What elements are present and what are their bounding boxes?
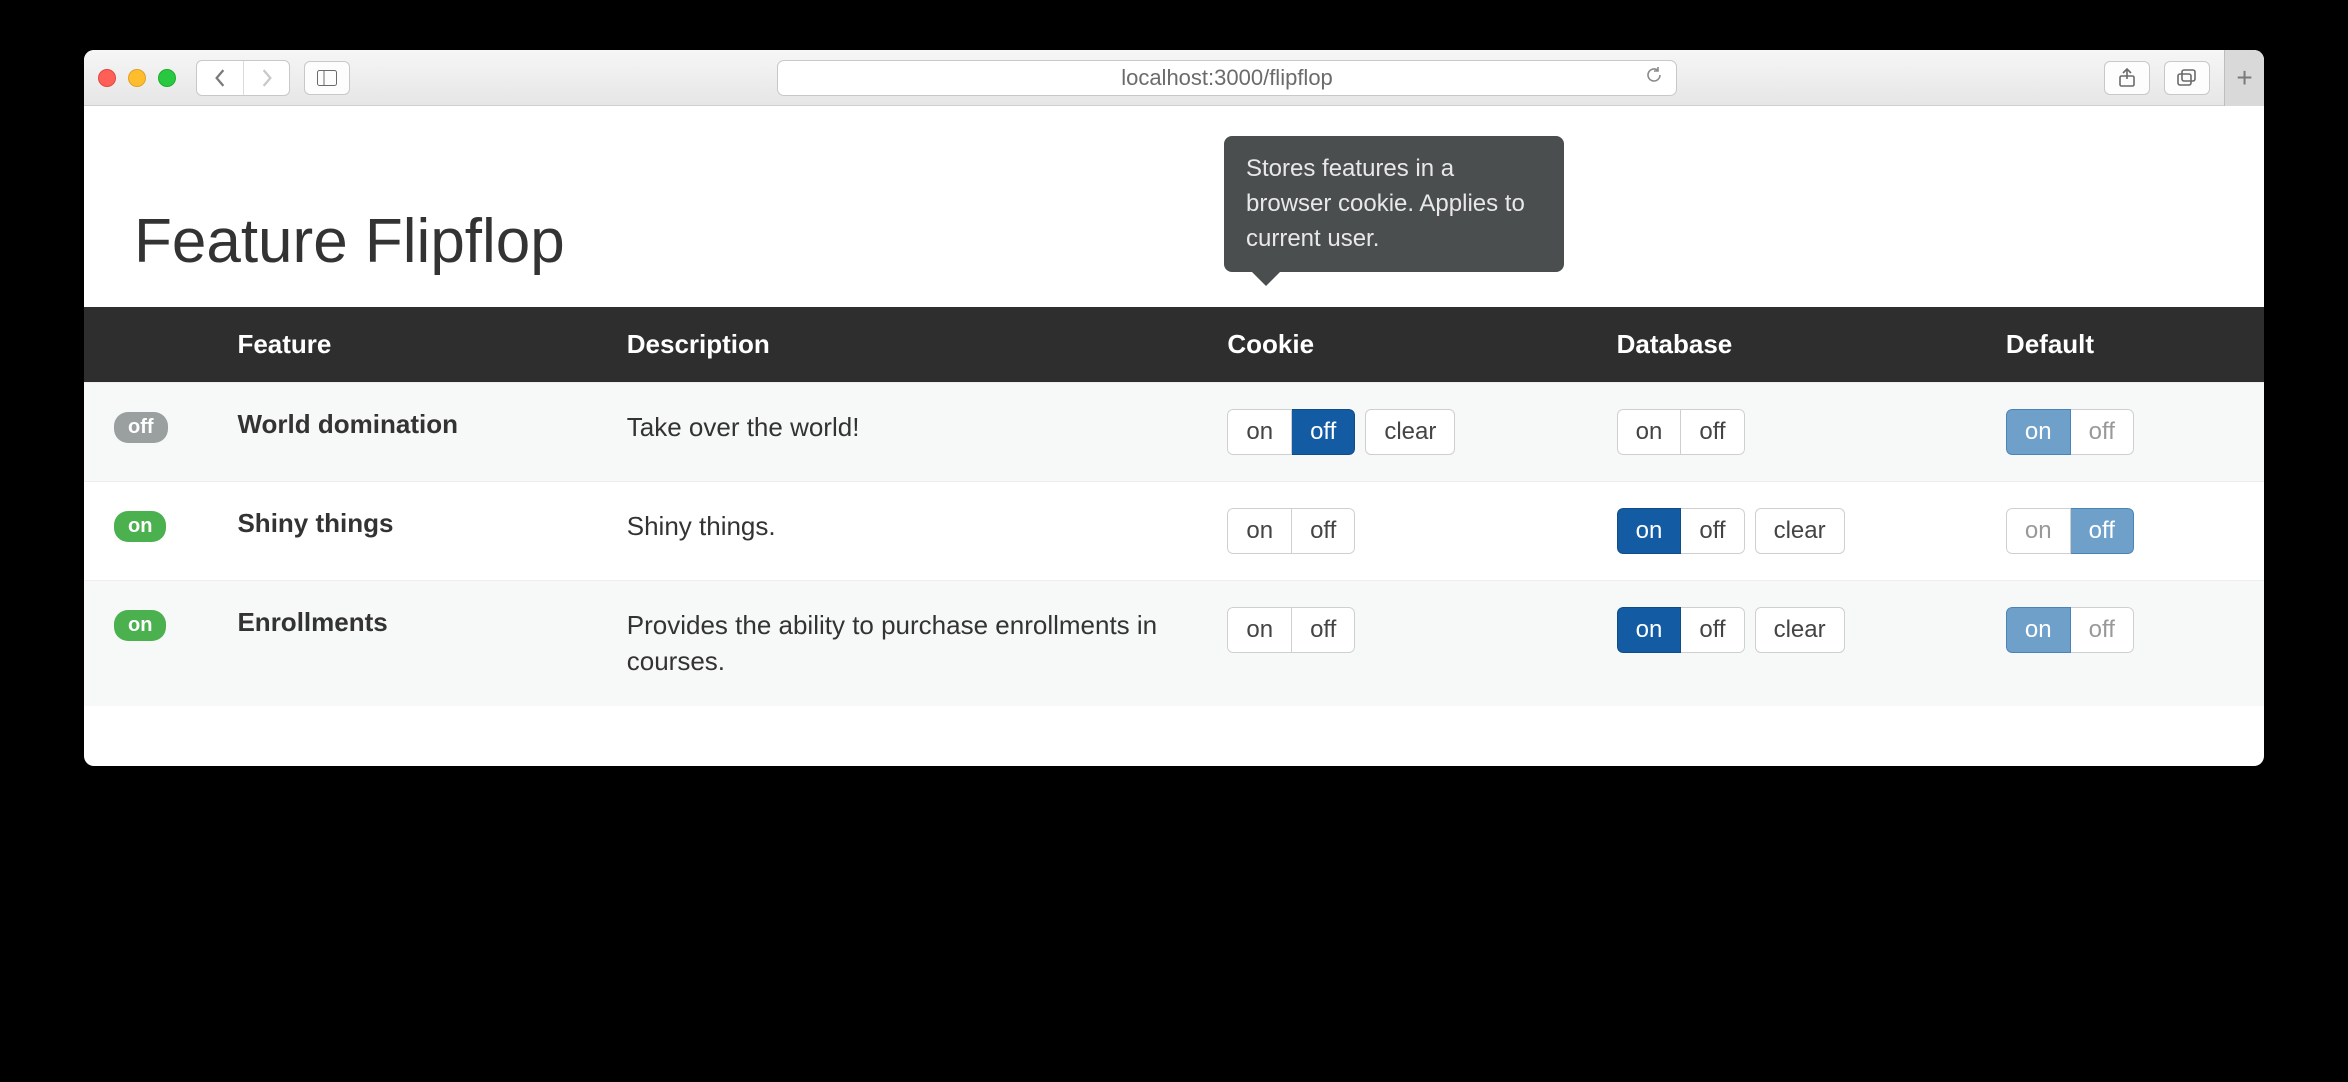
cookie-clear-button[interactable]: clear (1365, 409, 1455, 455)
share-button[interactable] (2104, 61, 2150, 95)
page-title: Feature Flipflop (84, 146, 2264, 307)
tooltip-text: Stores features in a browser cookie. App… (1246, 155, 1525, 252)
traffic-lights (98, 69, 176, 87)
col-status-header (84, 307, 217, 383)
minimize-window-button[interactable] (128, 69, 146, 87)
default-controls: on off (2006, 607, 2244, 653)
table-row: on Enrollments Provides the ability to p… (84, 581, 2264, 706)
new-tab-button[interactable]: + (2224, 50, 2264, 106)
reload-button[interactable] (1644, 65, 1664, 91)
database-controls: on off (1617, 409, 1966, 455)
table-row: off World domination Take over the world… (84, 383, 2264, 482)
status-badge: off (114, 412, 168, 443)
database-clear-button[interactable]: clear (1755, 607, 1845, 653)
cookie-off-button[interactable]: off (1292, 607, 1355, 653)
tabs-button[interactable] (2164, 61, 2210, 95)
plus-icon: + (2236, 62, 2252, 94)
default-on-button[interactable]: on (2006, 508, 2071, 554)
status-badge: on (114, 511, 166, 542)
chevron-right-icon (260, 69, 274, 87)
url-text: localhost:3000/flipflop (1121, 65, 1333, 91)
cookie-controls: on off (1227, 508, 1576, 554)
feature-table: Feature Description Cookie Database Defa… (84, 307, 2264, 706)
address-bar[interactable]: localhost:3000/flipflop (777, 60, 1677, 96)
status-badge: on (114, 610, 166, 641)
database-on-button[interactable]: on (1617, 508, 1682, 554)
cookie-controls: on off clear (1227, 409, 1576, 455)
col-default-header: Default (1986, 307, 2264, 383)
cookie-on-button[interactable]: on (1227, 409, 1292, 455)
feature-name: World domination (237, 409, 458, 439)
sidebar-toggle-button[interactable] (304, 61, 350, 95)
database-off-button[interactable]: off (1681, 508, 1744, 554)
cookie-controls: on off (1227, 607, 1576, 653)
feature-description: Provides the ability to purchase enrollm… (627, 610, 1157, 676)
feature-description: Take over the world! (627, 412, 860, 442)
forward-button[interactable] (243, 61, 289, 95)
default-off-button[interactable]: off (2071, 508, 2134, 554)
share-icon (2118, 68, 2136, 88)
tabs-icon (2177, 69, 2197, 87)
col-cookie-header: Cookie (1207, 307, 1596, 383)
database-off-button[interactable]: off (1681, 607, 1744, 653)
sidebar-icon (317, 70, 337, 86)
cookie-on-button[interactable]: on (1227, 508, 1292, 554)
database-on-button[interactable]: on (1617, 607, 1682, 653)
default-controls: on off (2006, 508, 2244, 554)
database-on-button[interactable]: on (1617, 409, 1682, 455)
cookie-off-button[interactable]: off (1292, 508, 1355, 554)
database-controls: on off clear (1617, 607, 1966, 653)
table-row: on Shiny things Shiny things. on off (84, 482, 2264, 581)
cookie-tooltip: Stores features in a browser cookie. App… (1224, 136, 1564, 272)
col-feature-header: Feature (217, 307, 606, 383)
back-button[interactable] (197, 61, 243, 95)
default-off-button[interactable]: off (2071, 409, 2134, 455)
chevron-left-icon (213, 69, 227, 87)
address-bar-wrap: localhost:3000/flipflop (350, 60, 2104, 96)
database-clear-button[interactable]: clear (1755, 508, 1845, 554)
reload-icon (1644, 65, 1664, 85)
feature-name: Shiny things (237, 508, 393, 538)
default-controls: on off (2006, 409, 2244, 455)
right-controls: + (2104, 50, 2250, 106)
default-on-button[interactable]: on (2006, 607, 2071, 653)
maximize-window-button[interactable] (158, 69, 176, 87)
page-content: Stores features in a browser cookie. App… (84, 106, 2264, 766)
browser-window: localhost:3000/flipflop + Stores feature… (84, 50, 2264, 766)
database-off-button[interactable]: off (1681, 409, 1744, 455)
col-description-header: Description (607, 307, 1208, 383)
cookie-off-button[interactable]: off (1292, 409, 1355, 455)
close-window-button[interactable] (98, 69, 116, 87)
database-controls: on off clear (1617, 508, 1966, 554)
default-on-button[interactable]: on (2006, 409, 2071, 455)
default-off-button[interactable]: off (2071, 607, 2134, 653)
feature-description: Shiny things. (627, 511, 776, 541)
browser-chrome: localhost:3000/flipflop + (84, 50, 2264, 106)
nav-buttons (196, 60, 290, 96)
cookie-on-button[interactable]: on (1227, 607, 1292, 653)
col-database-header: Database (1597, 307, 1986, 383)
feature-name: Enrollments (237, 607, 387, 637)
